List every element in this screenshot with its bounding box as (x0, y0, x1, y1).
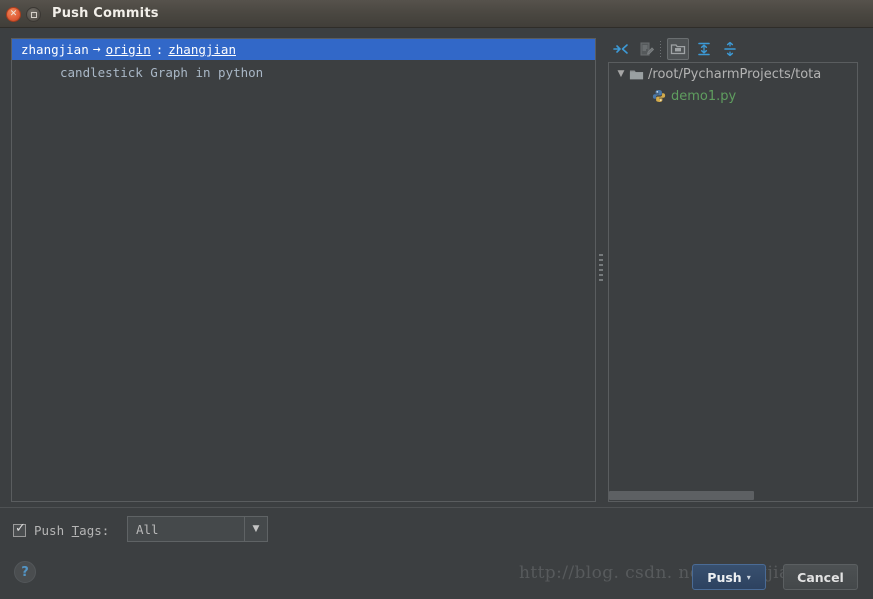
push-commits-dialog: ✕ Push Commits zhangjian → origin : zhan… (0, 0, 873, 599)
push-button[interactable]: Push ▾ (692, 564, 766, 590)
commit-message-row[interactable]: candlestick Graph in python (12, 62, 595, 82)
expand-all-icon[interactable] (693, 38, 715, 60)
arrow-right-icon: → (92, 42, 101, 57)
splitter-grip-icon (599, 254, 603, 284)
maximize-glyph (31, 12, 37, 18)
python-file-icon (652, 89, 666, 104)
checkmark-icon: ✓ (15, 520, 26, 536)
chevron-down-icon[interactable]: ▼ (613, 69, 629, 79)
push-tags-control[interactable]: ✓ Push Tags: (13, 518, 109, 542)
close-glyph: ✕ (9, 9, 18, 19)
close-icon[interactable]: ✕ (6, 7, 21, 22)
push-tags-label: Push Tags: (34, 523, 109, 538)
file-name-label: demo1.py (671, 88, 737, 104)
toolbar-separator (660, 41, 661, 57)
help-button[interactable]: ? (14, 561, 36, 583)
expand-selection-icon[interactable] (610, 38, 632, 60)
folder-icon (629, 67, 644, 82)
tree-row-file[interactable]: demo1.py (609, 85, 857, 107)
tree-row-directory[interactable]: ▼ /root/PycharmProjects/tota (609, 63, 857, 85)
push-tags-select[interactable]: All ▼ (127, 516, 268, 542)
window-title: Push Commits (52, 6, 159, 21)
collapse-all-icon[interactable] (719, 38, 741, 60)
push-tags-select-value: All (136, 521, 159, 537)
window-titlebar: ✕ Push Commits (0, 0, 873, 28)
changed-files-panel[interactable]: ▼ /root/PycharmProjects/tota demo1.py (608, 62, 858, 502)
remote-link[interactable]: origin (106, 42, 151, 57)
scrollbar-thumb[interactable] (609, 491, 754, 500)
branch-separator: : (155, 42, 164, 57)
commit-message-label: candlestick Graph in python (60, 64, 264, 80)
push-button-label: Push (707, 569, 742, 585)
files-horizontal-scrollbar[interactable] (609, 490, 857, 501)
bottom-divider (0, 507, 873, 508)
panel-splitter[interactable] (597, 38, 605, 502)
push-tags-checkbox[interactable]: ✓ (13, 520, 26, 537)
chevron-down-icon[interactable]: ▼ (244, 517, 267, 541)
chevron-down-icon[interactable]: ▾ (747, 573, 751, 582)
annotate-icon (636, 38, 658, 60)
cancel-button[interactable]: Cancel (783, 564, 858, 590)
remote-branch-link[interactable]: zhangjian (168, 42, 236, 57)
commits-list-panel[interactable]: zhangjian → origin : zhangjian candlesti… (11, 38, 596, 502)
push-tags-label-after: ags: (79, 522, 110, 538)
group-by-directory-icon[interactable] (667, 38, 689, 60)
commit-branch-row[interactable]: zhangjian → origin : zhangjian (12, 39, 595, 60)
local-branch-label: zhangjian (21, 42, 89, 57)
push-tags-label-before: Push (34, 522, 72, 538)
maximize-icon[interactable] (26, 7, 41, 22)
directory-path-label: /root/PycharmProjects/tota (648, 66, 822, 82)
files-toolbar (608, 38, 858, 61)
